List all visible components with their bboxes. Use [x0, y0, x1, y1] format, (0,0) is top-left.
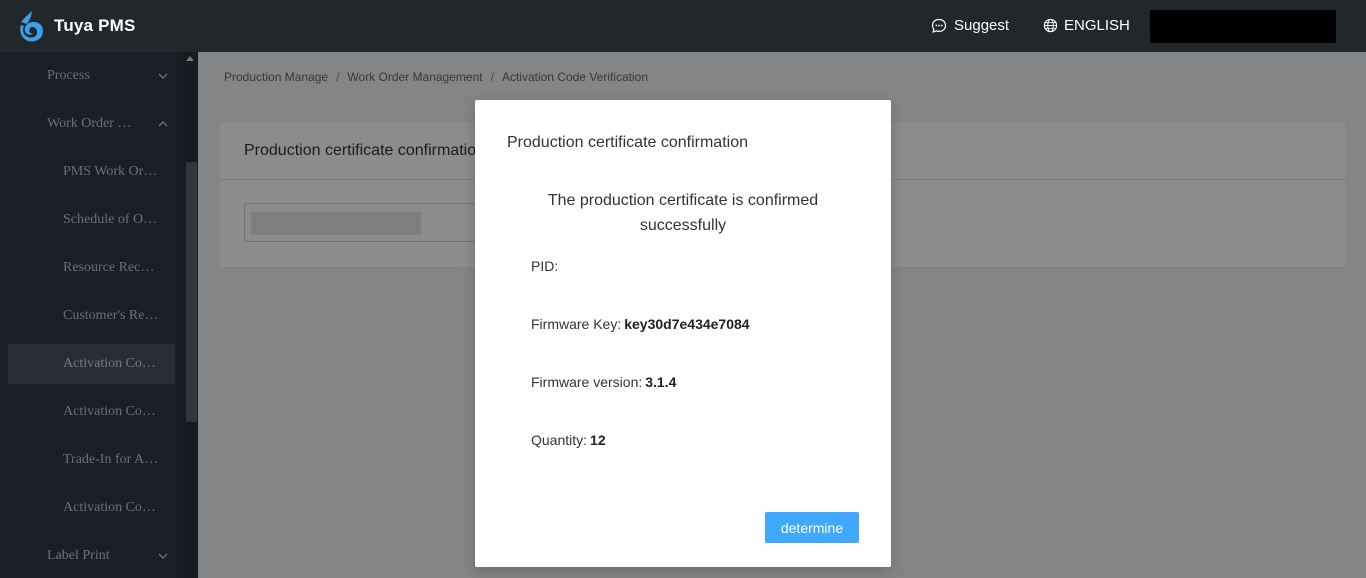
globe-icon — [1043, 18, 1058, 33]
suggest-label: Suggest — [954, 17, 1010, 34]
firmware-version-label: Firmware version: — [531, 374, 643, 390]
quantity-value: 12 — [590, 432, 606, 448]
language-label: ENGLISH — [1064, 17, 1130, 34]
app-name: Tuya PMS — [54, 16, 136, 35]
logo[interactable]: Tuya PMS — [18, 9, 136, 43]
modal-title: Production certificate confirmation — [507, 134, 748, 151]
quantity-row: Quantity: 12 — [531, 432, 606, 448]
chat-bubble-icon — [931, 18, 947, 33]
user-account-box[interactable] — [1150, 10, 1336, 43]
top-bar: Tuya PMS Suggest ENGLISH — [0, 0, 1366, 52]
firmware-version-row: Firmware version: 3.1.4 — [531, 374, 676, 390]
quantity-label: Quantity: — [531, 432, 588, 448]
language-switcher[interactable]: ENGLISH — [1043, 17, 1130, 34]
determine-button[interactable]: determine — [765, 512, 859, 543]
firmware-key-row: Firmware Key: key30d7e434e7084 — [531, 316, 750, 332]
success-message: The production certificate is confirmed … — [547, 192, 819, 234]
firmware-version-value: 3.1.4 — [645, 374, 677, 390]
firmware-key-value: key30d7e434e7084 — [624, 316, 750, 332]
pid-row: PID: — [531, 258, 561, 274]
suggest-link[interactable]: Suggest — [931, 17, 1009, 34]
confirmation-modal: Production certificate confirmation The … — [475, 100, 891, 567]
firmware-key-label: Firmware Key: — [531, 316, 622, 332]
pid-label: PID: — [531, 258, 559, 274]
tuya-logo-icon — [20, 11, 43, 42]
